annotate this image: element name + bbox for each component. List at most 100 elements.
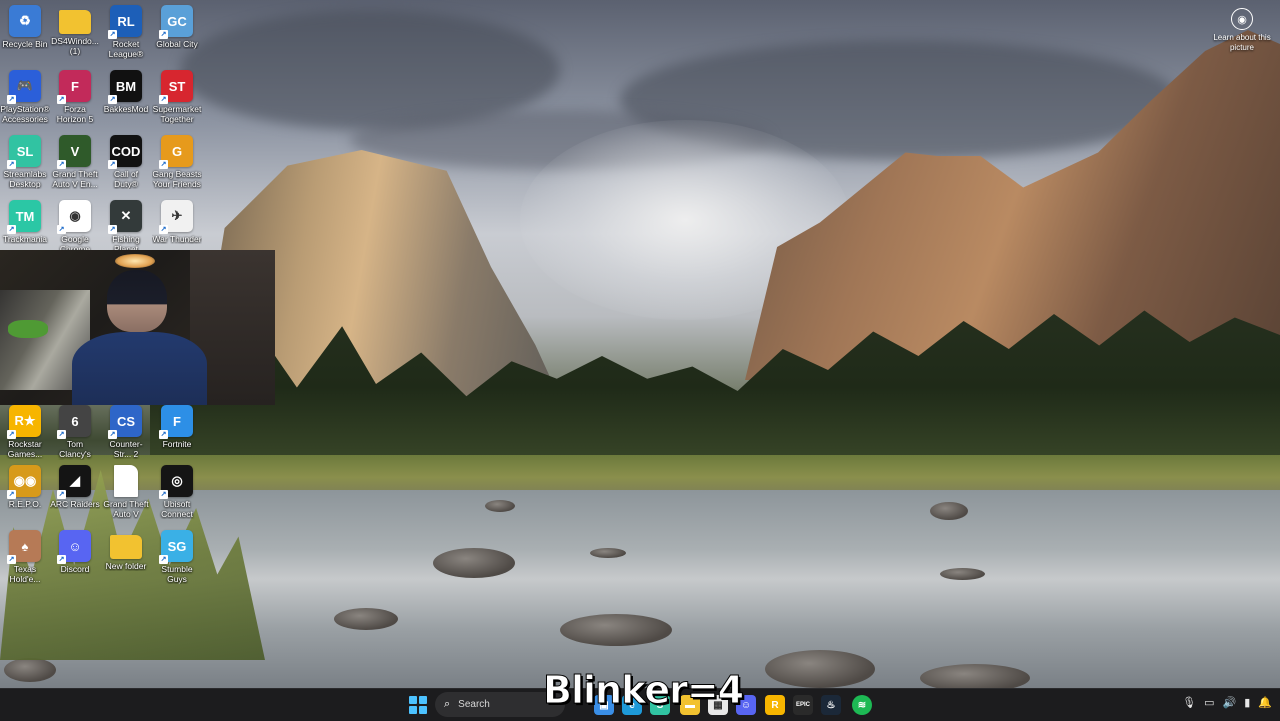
desktop-icon-recycle-bin[interactable]: ♻ Recycle Bin (0, 2, 50, 64)
shortcut-arrow-icon: ↗ (7, 430, 16, 439)
desktop-icon-label: Grand Theft Auto V En... (52, 169, 98, 189)
shortcut-arrow-icon: ↗ (108, 225, 117, 234)
shortcut-arrow-icon: ↗ (159, 555, 168, 564)
search-placeholder: Search (458, 699, 490, 710)
desktop-icon-label: Trackmania (2, 234, 48, 244)
system-tray: 🎙 ▭ 🔊 ▮ 🔔 (1182, 696, 1272, 709)
folder-icon (110, 535, 142, 559)
taskbar-app-rockstar-launcher[interactable]: R (765, 695, 785, 715)
desktop-icon-texas-holdem[interactable]: ♠ ↗ Texas Hold'e... (0, 527, 50, 589)
file-icon (114, 465, 138, 497)
desktop-icon-label: ARC Raiders (50, 499, 100, 509)
desktop-icon-label: Supermarket Together (152, 104, 202, 124)
ubisoft-icon: ◎ ↗ (159, 465, 193, 499)
shortcut-arrow-icon: ↗ (159, 225, 168, 234)
shortcut-arrow-icon: ↗ (7, 95, 16, 104)
desktop-icon-counter-strike[interactable]: CS ↗ Counter-Str... 2 (101, 402, 151, 464)
taskbar-app-epic-games[interactable]: EPIC (793, 695, 813, 715)
shortcut-arrow-icon: ↗ (108, 430, 117, 439)
desktop-icon-label: Recycle Bin (2, 39, 48, 49)
shortcut-arrow-icon: ↗ (159, 95, 168, 104)
rainbow-six-icon: 6 ↗ (57, 405, 91, 439)
desktop-icon-gta-v[interactable]: V ↗ Grand Theft Auto V En... (50, 132, 100, 194)
desktop-icon-streamlabs[interactable]: SL ↗ Streamlabs Desktop (0, 132, 50, 194)
desktop-icon-playstation-accessories[interactable]: 🎮 ↗ PlayStation® Accessories (0, 67, 50, 129)
desktop-icon-bakkesmod[interactable]: BM ↗ BakkesMod (101, 67, 151, 129)
bakkesmod-icon: BM ↗ (108, 70, 142, 104)
shortcut-arrow-icon: ↗ (7, 160, 16, 169)
desktop-icon-label: Forza Horizon 5 (56, 104, 94, 124)
desktop-icon-folder[interactable]: DS4Windo... (1) (50, 2, 100, 64)
shortcut-arrow-icon: ↗ (108, 95, 117, 104)
repo-icon: ◉◉ ↗ (7, 465, 41, 499)
taskbar-app-steam[interactable]: ♨ (821, 695, 841, 715)
desktop-icon-label: Discord (60, 564, 90, 574)
desktop-icon-rainbow-six[interactable]: 6↗Tom Clancy's Rainbow Si... (50, 402, 100, 464)
display-icon[interactable]: ▭ (1204, 696, 1214, 709)
shortcut-arrow-icon: ↗ (57, 490, 66, 499)
desktop-icon-fortnite[interactable]: F ↗ Fortnite (152, 402, 202, 464)
desktop-icon-rockstar[interactable]: R★ ↗ Rockstar Games... (0, 402, 50, 464)
desktop-icon-label: Call of Duty® (113, 169, 139, 189)
desktop-icon-ubisoft[interactable]: ◎ ↗ Ubisoft Connect (152, 462, 202, 524)
shortcut-arrow-icon: ↗ (7, 225, 16, 234)
search-icon: ⌕ (444, 698, 451, 710)
texas-holdem-icon: ♠ ↗ (7, 530, 41, 564)
shortcut-arrow-icon: ↗ (57, 225, 66, 234)
desktop-icon-gang-beasts[interactable]: G ↗ Gang Beasts Your Friends (152, 132, 202, 194)
taskbar-app-spotify[interactable]: ≋ (852, 695, 872, 715)
camera-icon: ◉ (1231, 8, 1253, 30)
desktop-icon-label: BakkesMod (103, 104, 149, 114)
shortcut-arrow-icon: ↗ (159, 430, 168, 439)
desktop-icon-label: Global City (156, 39, 198, 49)
shortcut-arrow-icon: ↗ (159, 160, 168, 169)
desktop-icon-rocket-league[interactable]: RL ↗ Rocket League® (101, 2, 151, 64)
shortcut-arrow-icon: ↗ (159, 30, 168, 39)
spotify-icon: ≋ (857, 699, 867, 711)
desktop-icon-call-of-duty[interactable]: COD ↗ Call of Duty® (101, 132, 151, 194)
shortcut-arrow-icon: ↗ (7, 490, 16, 499)
stumble-guys-icon: SG ↗ (159, 530, 193, 564)
desktop-icon-stumble-guys[interactable]: SG ↗ Stumble Guys (152, 527, 202, 589)
shortcut-arrow-icon: ↗ (57, 160, 66, 169)
discord-icon: ☺ ↗ (57, 530, 91, 564)
microphone-icon[interactable]: 🎙 (1182, 696, 1196, 709)
desktop-icon-folder[interactable]: New folder (101, 527, 151, 589)
supermarket-together-icon: ST ↗ (159, 70, 193, 104)
shortcut-arrow-icon: ↗ (57, 555, 66, 564)
volume-icon[interactable]: 🔊 (1223, 696, 1237, 709)
streamlabs-icon: SL ↗ (7, 135, 41, 169)
rockstar-icon: R★ ↗ (7, 405, 41, 439)
battery-icon[interactable]: ▮ (1244, 696, 1250, 709)
counter-strike-icon: CS ↗ (108, 405, 142, 439)
desktop-icon-repo[interactable]: ◉◉ ↗ R.E.P.O. (0, 462, 50, 524)
shortcut-arrow-icon: ↗ (7, 555, 16, 564)
desktop-icon-label: Grand Theft Auto V (103, 499, 149, 519)
trackmania-icon: TM ↗ (7, 200, 41, 234)
desktop-icon-label: Ubisoft Connect (161, 499, 193, 519)
desktop-icon-supermarket-together[interactable]: ST ↗ Supermarket Together (152, 67, 202, 129)
arc-raiders-icon: ◢ ↗ (57, 465, 91, 499)
call-of-duty-icon: COD ↗ (108, 135, 142, 169)
shortcut-arrow-icon: ↗ (108, 30, 117, 39)
desktop-icon-label: Fortnite (162, 439, 192, 449)
desktop-icon-forza-horizon[interactable]: F ↗ Forza Horizon 5 (50, 67, 100, 129)
playstation-accessories-icon: 🎮 ↗ (7, 70, 41, 104)
shortcut-arrow-icon: ↗ (57, 95, 66, 104)
learn-about-picture-button[interactable]: ◉ Learn about this picture (1212, 8, 1272, 53)
fortnite-icon: F ↗ (159, 405, 193, 439)
webcam-overlay (0, 250, 275, 405)
gang-beasts-icon: G ↗ (159, 135, 193, 169)
epic-games-icon: EPIC (795, 702, 810, 708)
gta-v-icon: V ↗ (57, 135, 91, 169)
desktop-icon-discord[interactable]: ☺ ↗ Discord (50, 527, 100, 589)
notification-icon[interactable]: 🔔 (1258, 696, 1272, 709)
desktop-icon-file[interactable]: Grand Theft Auto V (101, 462, 151, 524)
desktop-icon-label: Streamlabs Desktop (3, 169, 47, 189)
desktop-icon-global-city[interactable]: GC ↗ Global City (152, 2, 202, 64)
windows-start-icon[interactable] (409, 696, 427, 714)
folder-icon (59, 10, 91, 34)
desktop-icon-arc-raiders[interactable]: ◢ ↗ ARC Raiders (50, 462, 100, 524)
learn-about-label: Learn about this picture (1213, 33, 1271, 52)
shortcut-arrow-icon: ↗ (108, 160, 117, 169)
